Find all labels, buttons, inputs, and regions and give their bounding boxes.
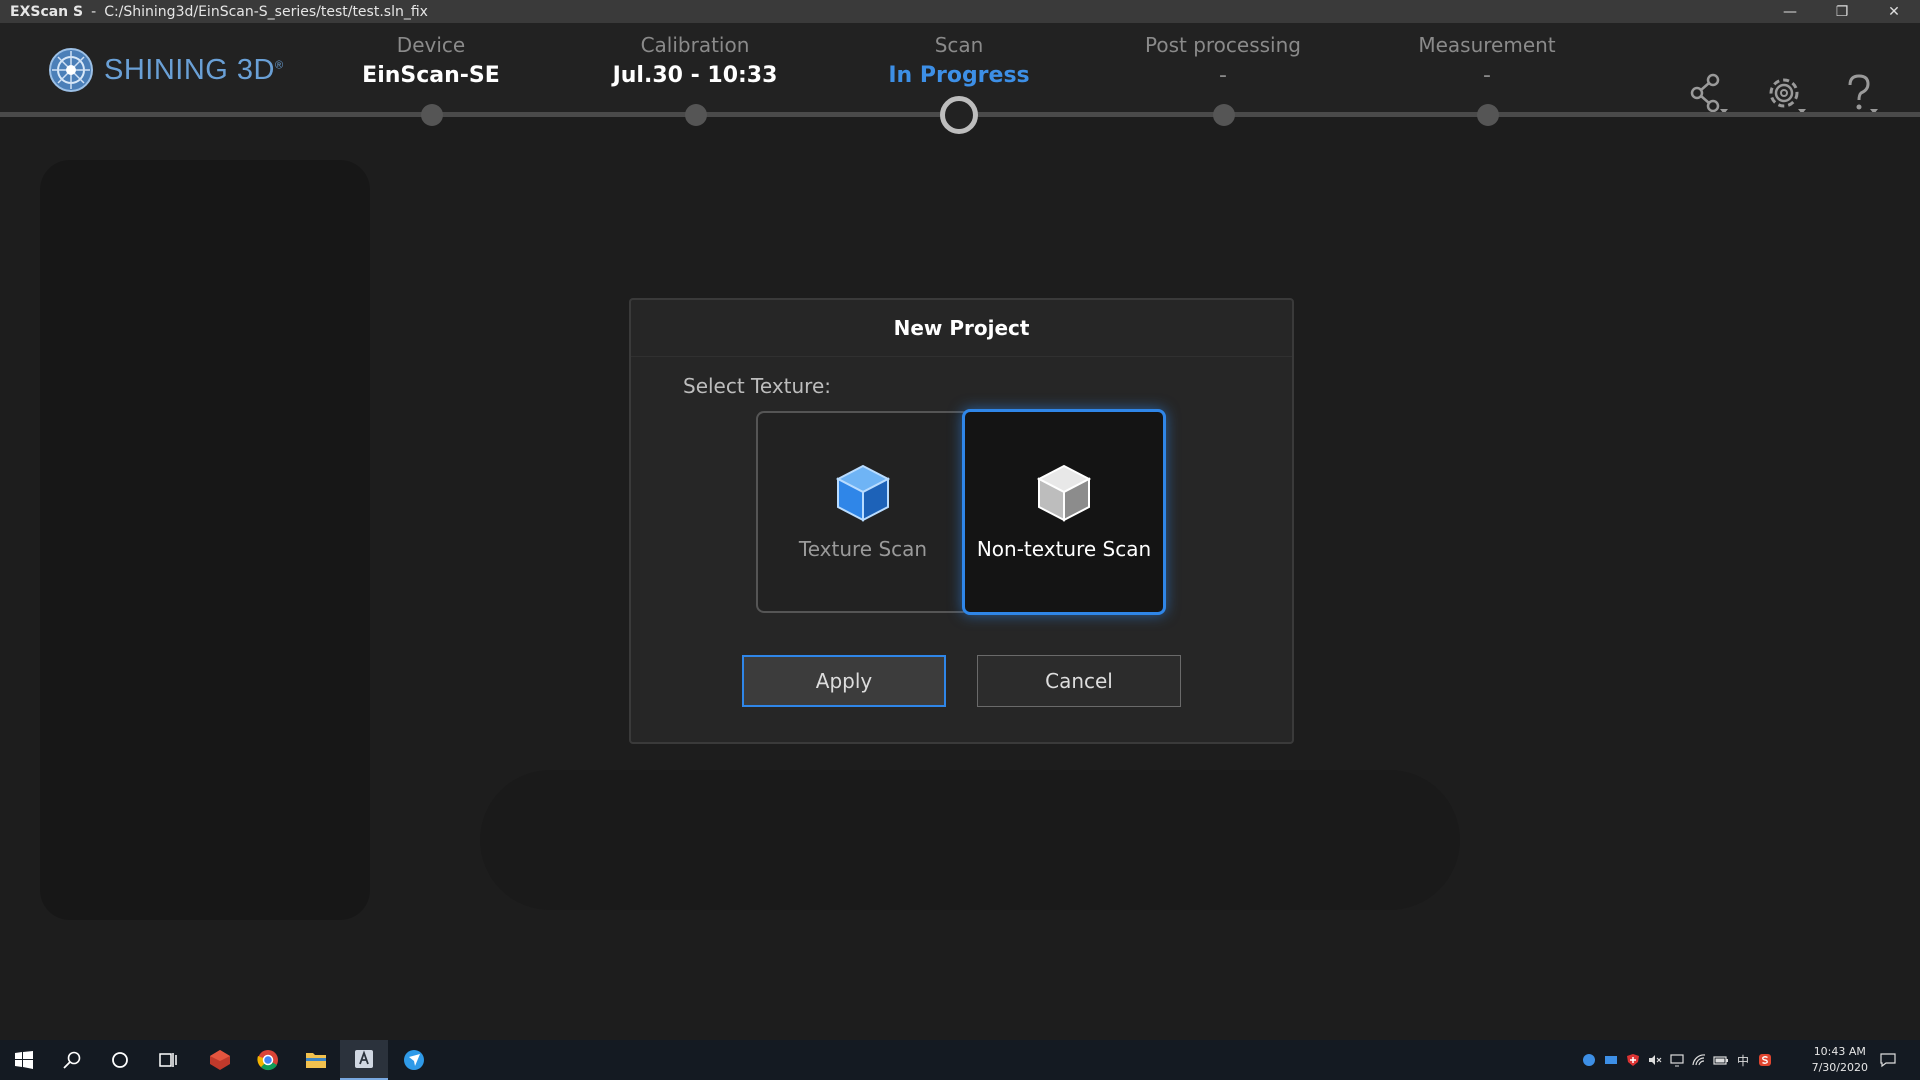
- wifi-icon[interactable]: [1688, 1053, 1710, 1067]
- tray-network-icon[interactable]: [1600, 1053, 1622, 1067]
- new-project-dialog: New Project Select Texture: Texture Scan…: [629, 298, 1294, 744]
- step-dot-current[interactable]: [940, 96, 978, 134]
- chrome-icon[interactable]: [244, 1040, 292, 1080]
- app-title: EXScan S: [10, 3, 84, 20]
- tray-shield-icon[interactable]: [1622, 1053, 1644, 1067]
- display-icon[interactable]: [1666, 1053, 1688, 1067]
- cube-gray-icon: [1036, 464, 1092, 522]
- step-label: Device: [396, 33, 466, 57]
- step-value: In Progress: [888, 63, 1030, 88]
- clock-date: 7/30/2020: [1811, 1061, 1868, 1074]
- step-device[interactable]: Device EinScan-SE: [291, 33, 571, 88]
- non-texture-scan-label: Non-texture Scan: [976, 537, 1152, 561]
- step-label: Calibration: [640, 33, 750, 57]
- step-label: Measurement: [1418, 33, 1556, 57]
- restore-button[interactable]: ❐: [1816, 0, 1868, 23]
- file-explorer-icon[interactable]: [292, 1040, 340, 1080]
- file-path: C:/Shining3d/EinScan-S_series/test/test.…: [104, 3, 428, 20]
- app-red-icon[interactable]: [196, 1040, 244, 1080]
- step-dot[interactable]: [685, 104, 707, 126]
- taskbar-clock[interactable]: 10:43 AM 7/30/2020: [1812, 1044, 1868, 1076]
- select-texture-label: Select Texture:: [683, 374, 832, 398]
- minimize-button[interactable]: —: [1764, 0, 1816, 23]
- notifications-icon[interactable]: [1864, 1040, 1912, 1080]
- logo-globe-icon: [49, 48, 93, 92]
- cube-blue-icon: [835, 464, 891, 522]
- battery-icon[interactable]: [1710, 1053, 1732, 1067]
- step-dot[interactable]: [1477, 104, 1499, 126]
- step-value: Jul.30 - 10:33: [612, 63, 778, 88]
- window-titlebar: EXScan S - C:/Shining3d/EinScan-S_series…: [0, 0, 1920, 23]
- step-value: EinScan-SE: [362, 63, 500, 88]
- step-calibration[interactable]: Calibration Jul.30 - 10:33: [555, 33, 835, 88]
- windows-start-icon[interactable]: [0, 1040, 48, 1080]
- dialog-title: New Project: [631, 300, 1292, 357]
- apply-button[interactable]: Apply: [742, 655, 946, 707]
- texture-scan-option[interactable]: Texture Scan: [756, 411, 970, 613]
- cortana-icon[interactable]: [96, 1040, 144, 1080]
- step-label: Post processing: [1145, 33, 1301, 57]
- step-dot[interactable]: [1213, 104, 1235, 126]
- cancel-button[interactable]: Cancel: [977, 655, 1181, 707]
- background-shape: [40, 160, 370, 920]
- tray-app-icon[interactable]: [1578, 1053, 1600, 1067]
- ime-icon[interactable]: 中: [1732, 1052, 1754, 1069]
- background-shape: [480, 770, 1460, 910]
- texture-option-group: Texture Scan Non-texture Scan: [756, 409, 1166, 617]
- tray-s-icon[interactable]: [1754, 1053, 1776, 1067]
- logo-text: SHINING 3D®: [104, 53, 284, 86]
- logo: SHINING 3D®: [48, 47, 284, 93]
- title-separator: -: [91, 3, 97, 20]
- step-post-processing[interactable]: Post processing -: [1083, 33, 1363, 88]
- step-label: Scan: [934, 33, 984, 57]
- texture-scan-label: Texture Scan: [798, 537, 928, 561]
- step-dot[interactable]: [421, 104, 443, 126]
- step-value: -: [1483, 63, 1491, 88]
- clock-time: 10:43 AM: [1813, 1045, 1866, 1058]
- step-measurement[interactable]: Measurement -: [1347, 33, 1627, 88]
- volume-muted-icon[interactable]: [1644, 1053, 1666, 1067]
- blue-app-icon[interactable]: [390, 1040, 438, 1080]
- exscan-icon[interactable]: [340, 1040, 388, 1080]
- search-icon[interactable]: [48, 1040, 96, 1080]
- system-tray: 中: [1578, 1040, 1776, 1080]
- step-value: -: [1219, 63, 1227, 88]
- step-scan[interactable]: Scan In Progress: [819, 33, 1099, 88]
- taskbar: 中 10:43 AM 7/30/2020: [0, 1040, 1920, 1080]
- non-texture-scan-option[interactable]: Non-texture Scan: [962, 409, 1166, 615]
- task-view-icon[interactable]: [144, 1040, 192, 1080]
- close-button[interactable]: ✕: [1868, 0, 1920, 23]
